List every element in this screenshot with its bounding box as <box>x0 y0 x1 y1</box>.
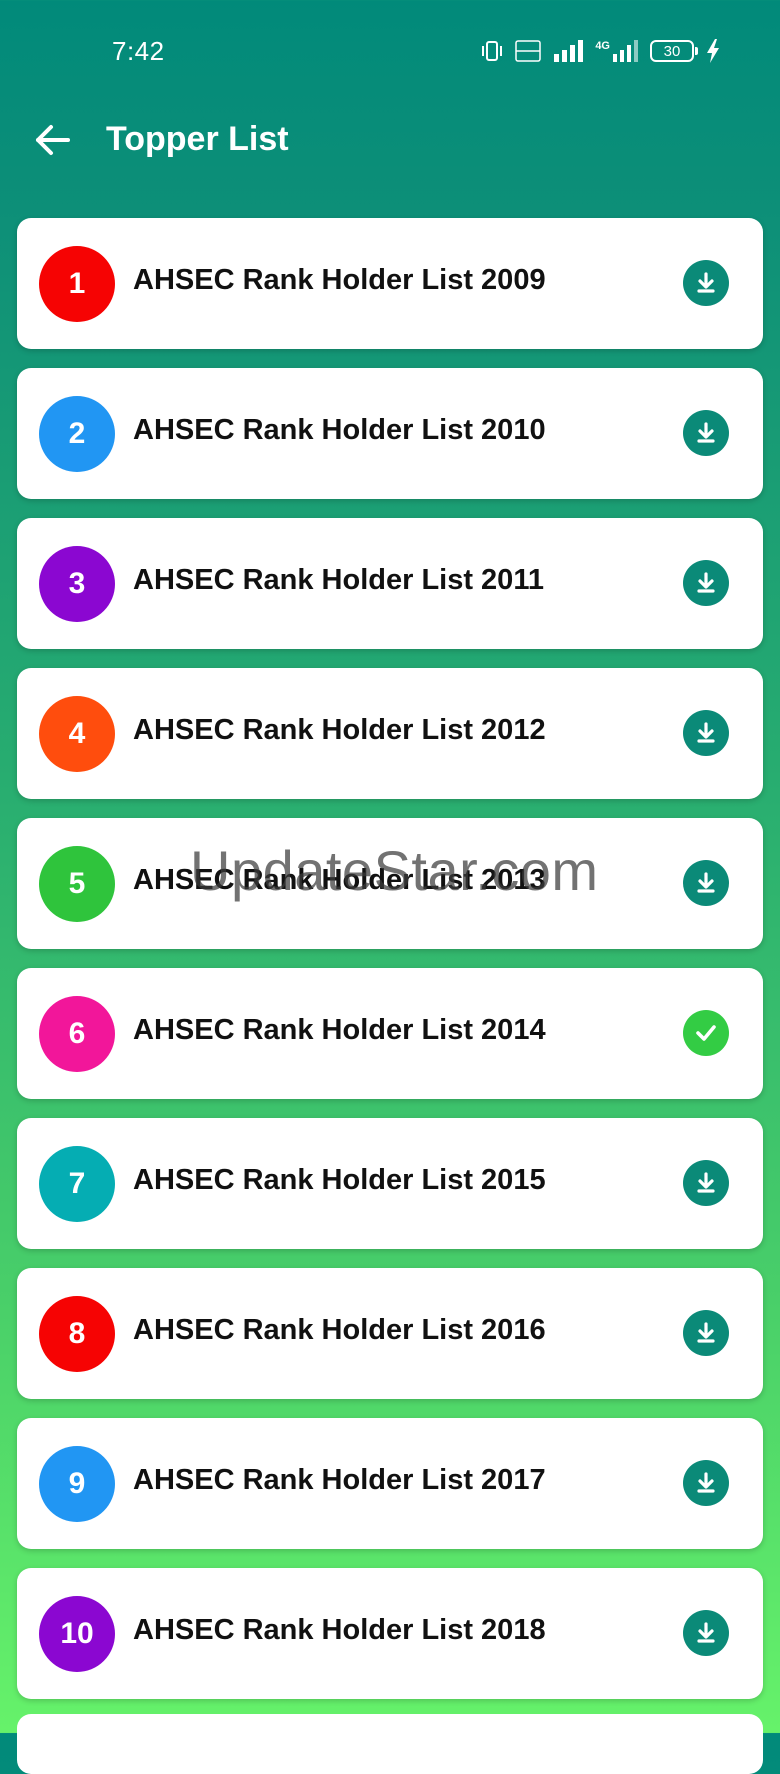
arrow-left-icon <box>32 120 72 165</box>
item-title: AHSEC Rank Holder List 2016 <box>133 1314 546 1346</box>
rank-badge: 8 <box>39 1296 115 1372</box>
download-icon[interactable] <box>683 1310 729 1356</box>
network-4g-icon: 4G <box>595 40 638 62</box>
item-title: AHSEC Rank Holder List 2013 <box>133 864 546 896</box>
volte-icon <box>515 39 542 63</box>
rank-badge: 5 <box>39 846 115 922</box>
list-item[interactable]: 10 AHSEC Rank Holder List 2018 <box>17 1568 763 1699</box>
list-item[interactable]: 4 AHSEC Rank Holder List 2012 <box>17 668 763 799</box>
rank-badge: 6 <box>39 996 115 1072</box>
list-item[interactable]: 7 AHSEC Rank Holder List 2015 <box>17 1118 763 1249</box>
list-item-partial[interactable] <box>17 1714 763 1774</box>
item-title: AHSEC Rank Holder List 2011 <box>133 564 544 596</box>
item-title: AHSEC Rank Holder List 2010 <box>133 414 546 446</box>
download-icon[interactable] <box>683 1610 729 1656</box>
download-icon[interactable] <box>683 860 729 906</box>
item-title: AHSEC Rank Holder List 2012 <box>133 714 546 746</box>
list-item[interactable]: 9 AHSEC Rank Holder List 2017 <box>17 1418 763 1549</box>
battery-level: 30 <box>663 42 681 60</box>
item-title: AHSEC Rank Holder List 2009 <box>133 264 546 296</box>
download-icon[interactable] <box>683 1460 729 1506</box>
network-label: 4G <box>595 40 610 52</box>
status-time: 7:42 <box>112 36 165 66</box>
download-icon[interactable] <box>683 260 729 306</box>
topper-list: 1 AHSEC Rank Holder List 2009 2 AHSEC Rank … <box>17 218 763 1718</box>
download-icon[interactable] <box>683 1160 729 1206</box>
list-item[interactable]: 6 AHSEC Rank Holder List 2014 <box>17 968 763 1099</box>
back-button[interactable] <box>28 118 76 166</box>
rank-badge: 2 <box>39 396 115 472</box>
status-icons: 4G 30 <box>481 36 720 66</box>
download-icon[interactable] <box>683 410 729 456</box>
list-item[interactable]: 8 AHSEC Rank Holder List 2016 <box>17 1268 763 1399</box>
app-bar: Topper List <box>0 100 780 182</box>
item-title: AHSEC Rank Holder List 2018 <box>133 1614 546 1646</box>
rank-badge: 7 <box>39 1146 115 1222</box>
charging-icon <box>706 39 720 63</box>
rank-badge: 3 <box>39 546 115 622</box>
page-title: Topper List <box>106 120 289 158</box>
rank-badge: 10 <box>39 1596 115 1672</box>
rank-badge: 4 <box>39 696 115 772</box>
list-item[interactable]: 3 AHSEC Rank Holder List 2011 <box>17 518 763 649</box>
list-item[interactable]: 1 AHSEC Rank Holder List 2009 <box>17 218 763 349</box>
vibrate-icon <box>481 39 503 63</box>
list-item[interactable]: 2 AHSEC Rank Holder List 2010 <box>17 368 763 499</box>
download-icon[interactable] <box>683 710 729 756</box>
rank-badge: 1 <box>39 246 115 322</box>
list-item[interactable]: 5 AHSEC Rank Holder List 2013 <box>17 818 763 949</box>
downloaded-check-icon[interactable] <box>683 1010 729 1056</box>
signal-icon <box>553 40 584 62</box>
status-bar: 7:42 4G 30 <box>0 0 780 100</box>
battery-icon: 30 <box>650 40 698 62</box>
item-title: AHSEC Rank Holder List 2017 <box>133 1464 546 1496</box>
item-title: AHSEC Rank Holder List 2015 <box>133 1164 546 1196</box>
item-title: AHSEC Rank Holder List 2014 <box>133 1014 546 1046</box>
download-icon[interactable] <box>683 560 729 606</box>
rank-badge: 9 <box>39 1446 115 1522</box>
